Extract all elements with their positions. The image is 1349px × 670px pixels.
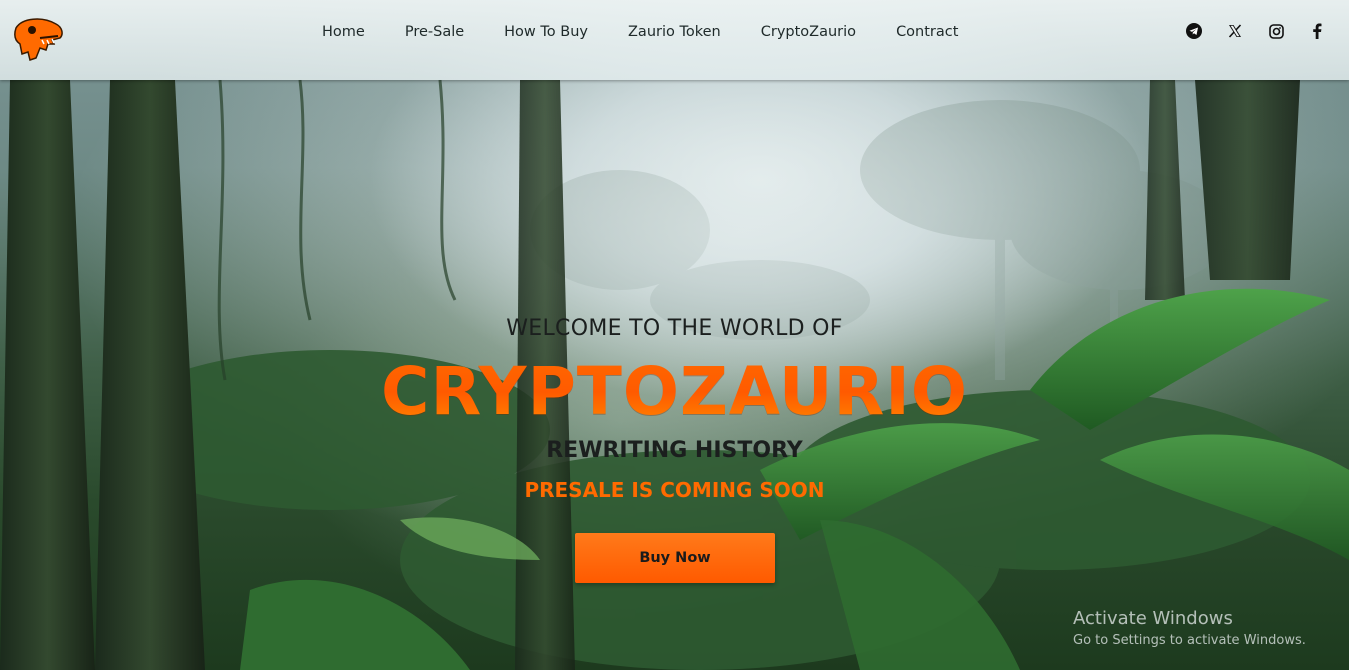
nav-link-contract[interactable]: Contract [896,22,958,42]
nav-link-pre-sale[interactable]: Pre-Sale [405,22,464,42]
top-navbar: Home Pre-Sale How To Buy Zaurio Token Cr… [0,0,1349,80]
windows-activation-watermark: Activate Windows Go to Settings to activ… [1073,608,1306,650]
watermark-subtitle: Go to Settings to activate Windows. [1073,633,1306,648]
dinosaur-skull-icon [14,18,63,61]
x-icon[interactable] [1227,22,1243,40]
main-navigation: Home Pre-Sale How To Buy Zaurio Token Cr… [322,22,998,42]
presale-notice: PRESALE IS COMING SOON [524,478,825,502]
nav-link-zaurio-token[interactable]: Zaurio Token [628,22,721,42]
nav-link-cryptozaurio[interactable]: CryptoZaurio [761,22,856,42]
dinosaur-skull-logo[interactable] [12,14,66,66]
nav-link-home[interactable]: Home [322,22,365,42]
page: Home Pre-Sale How To Buy Zaurio Token Cr… [0,0,1349,670]
social-links [1186,22,1325,40]
brand-title: CRYPTOZAURIO [0,352,1349,432]
tagline-heading: REWRITING HISTORY [546,438,803,463]
instagram-icon[interactable] [1268,22,1284,40]
nav-link-how-to-buy[interactable]: How To Buy [504,22,588,42]
telegram-icon[interactable] [1186,22,1202,40]
welcome-heading: WELCOME TO THE WORLD OF [506,316,843,341]
buy-now-button[interactable]: Buy Now [575,533,775,583]
facebook-icon[interactable] [1309,22,1325,40]
watermark-title: Activate Windows [1073,608,1233,629]
